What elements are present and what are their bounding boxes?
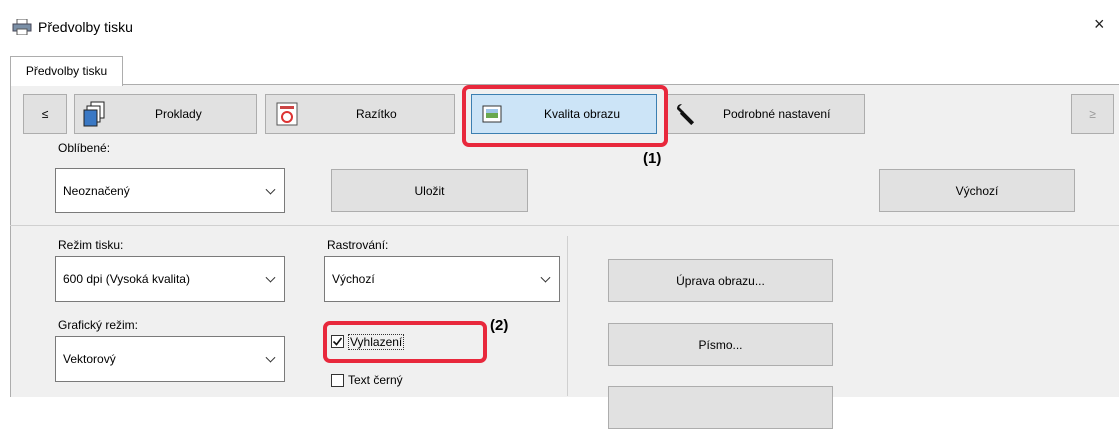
print-mode-value: 600 dpi (Vysoká kvalita): [63, 272, 190, 286]
wrench-icon: [676, 103, 698, 126]
chevron-down-icon: [265, 184, 276, 195]
nav-item-label: Podrobné nastavení: [723, 107, 831, 121]
black-text-label[interactable]: Text černý: [348, 373, 403, 387]
rasterization-select[interactable]: Výchozí: [324, 256, 560, 302]
favorites-value: Neoznačený: [63, 183, 130, 198]
pages-stack-icon: [83, 101, 107, 127]
callout-1: (1): [643, 150, 662, 167]
callout-2: (2): [490, 317, 509, 334]
nav-item-podrobne-nastaveni[interactable]: Podrobné nastavení: [665, 94, 865, 134]
tab-predvolby-tisku[interactable]: Předvolby tisku: [10, 56, 123, 86]
stamp-icon: [276, 102, 298, 126]
favorites-label: Oblíbené:: [58, 141, 111, 155]
rasterization-value: Výchozí: [332, 272, 375, 286]
nav-item-label: Razítko: [356, 107, 397, 121]
graphics-mode-select[interactable]: Vektorový: [55, 336, 285, 382]
close-icon[interactable]: ×: [1094, 14, 1105, 35]
graphics-mode-value: Vektorový: [63, 352, 116, 366]
additional-button[interactable]: [608, 386, 833, 429]
checkmark-icon: [332, 337, 343, 346]
nav-next-button[interactable]: ≥: [1071, 94, 1114, 134]
image-adjust-button[interactable]: Úprava obrazu...: [608, 259, 833, 302]
favorites-select[interactable]: Neoznačený: [55, 168, 285, 213]
nav-item-razitko[interactable]: Razítko: [265, 94, 455, 134]
printer-icon: [12, 18, 32, 36]
font-button[interactable]: Písmo...: [608, 323, 833, 366]
black-text-checkbox[interactable]: [331, 374, 344, 387]
smoothing-checkbox[interactable]: [331, 335, 344, 348]
print-mode-select[interactable]: 600 dpi (Vysoká kvalita): [55, 256, 285, 302]
chevron-down-icon: [265, 352, 276, 363]
rasterization-label: Rastrování:: [327, 238, 389, 252]
default-button[interactable]: Výchozí: [879, 169, 1075, 212]
divider: [10, 225, 1119, 226]
smoothing-label[interactable]: Vyhlazení: [348, 334, 405, 350]
title-bar: [0, 0, 1119, 50]
save-button[interactable]: Uložit: [331, 169, 528, 212]
nav-item-label: Proklady: [155, 107, 202, 121]
print-mode-label: Režim tisku:: [58, 238, 124, 252]
nav-item-proklady[interactable]: Proklady: [74, 94, 257, 134]
nav-prev-button[interactable]: ≤: [23, 94, 67, 134]
window-title: Předvolby tisku: [38, 19, 133, 35]
vertical-divider: [567, 236, 568, 396]
highlight-box-1: [462, 85, 668, 147]
graphics-mode-label: Grafický režim:: [58, 318, 139, 332]
chevron-down-icon: [540, 272, 551, 283]
chevron-down-icon: [265, 272, 276, 283]
